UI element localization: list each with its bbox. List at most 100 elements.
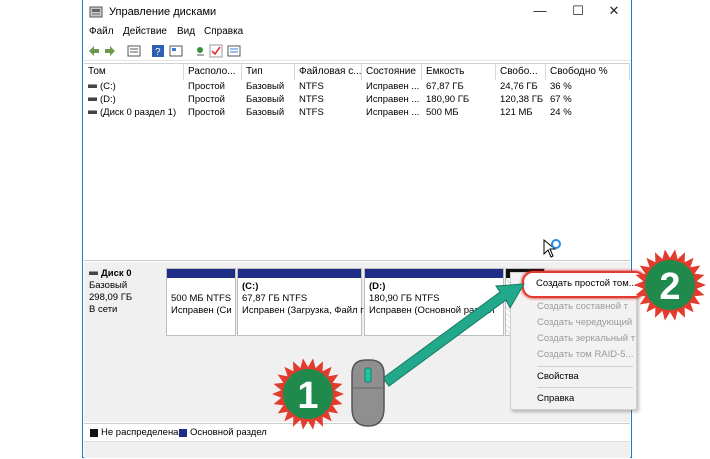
cell-free-percent: 67 % [550, 94, 572, 105]
cell-capacity: 67,87 ГБ [426, 81, 464, 92]
column-header-capacity[interactable]: Емкость [422, 64, 496, 80]
primary-partition-bar [365, 269, 503, 278]
volume-icon [88, 84, 97, 89]
cell-volume: (Диск 0 раздел 1) [100, 107, 177, 118]
cell-capacity: 180,90 ГБ [426, 94, 470, 105]
cell-type: Базовый [246, 81, 285, 92]
step-2-badge: 2 [634, 249, 706, 321]
menu-view[interactable]: Вид [177, 26, 195, 37]
primary-partition-bar [167, 269, 235, 278]
step-1-number: 1 [297, 375, 318, 417]
close-button[interactable]: ✕ [597, 0, 631, 24]
menu-file[interactable]: Файл [89, 26, 114, 37]
cell-type: Базовый [246, 94, 285, 105]
legend-primary-label: Основной раздел [190, 427, 267, 438]
column-header-type[interactable]: Тип [242, 64, 295, 80]
partition-c[interactable]: (C:) 67,87 ГБ NTFS Исправен (Загрузка, Ф… [237, 268, 364, 336]
list-view-icon[interactable] [127, 44, 141, 58]
settings-icon[interactable] [227, 44, 241, 58]
column-header-layout[interactable]: Располо... [184, 64, 242, 80]
disk-icon [89, 271, 98, 276]
legend-primary-swatch [179, 429, 187, 437]
menu-item-create-simple-volume-label: Создать простой том... [536, 278, 637, 289]
cell-free: 120,38 ГБ [500, 94, 544, 105]
partition-title: (D:) [369, 281, 386, 292]
table-row[interactable]: (C:) Простой Базовый NTFS Исправен ... 6… [84, 81, 630, 93]
cell-status: Исправен ... [366, 107, 420, 118]
partition-status: Исправен (Си [171, 305, 232, 316]
table-row[interactable]: (D:) Простой Базовый NTFS Исправен ... 1… [84, 94, 630, 106]
busy-cursor-icon [543, 238, 561, 258]
back-icon[interactable] [87, 44, 101, 58]
step-1-badge: 1 [272, 358, 344, 430]
cell-free: 121 МБ [500, 107, 533, 118]
cell-status: Исправен ... [366, 94, 420, 105]
menu-bar: Файл Действие Вид Справка [83, 26, 631, 41]
column-header-volume[interactable]: Том [84, 64, 184, 80]
cell-filesystem: NTFS [299, 107, 324, 118]
column-header-free-percent[interactable]: Свободно % [546, 64, 630, 80]
titlebar: Управление дисками — ☐ ✕ [83, 0, 631, 26]
legend: Не распределена Основной раздел [84, 423, 630, 442]
cell-layout: Простой [188, 94, 225, 105]
maximize-button[interactable]: ☐ [561, 0, 595, 24]
column-header-free[interactable]: Свобо... [496, 64, 546, 80]
legend-unallocated-swatch [90, 429, 98, 437]
svg-text:?: ? [155, 47, 161, 58]
disk-size: 298,09 ГБ [89, 292, 133, 303]
partition-title: (C:) [242, 281, 259, 292]
cell-filesystem: NTFS [299, 81, 324, 92]
menu-separator [537, 366, 633, 367]
column-header-filesystem[interactable]: Файловая с... [295, 64, 362, 80]
cell-status: Исправен ... [366, 81, 420, 92]
menu-item-create-simple-volume[interactable]: Создать простой том... [522, 271, 646, 298]
table-row[interactable]: (Диск 0 раздел 1) Простой Базовый NTFS И… [84, 107, 630, 119]
partition-status: Исправен (Загрузка, Файл г [242, 305, 364, 316]
partition-d[interactable]: (D:) 180,90 ГБ NTFS Исправен (Основной р… [364, 268, 504, 336]
menu-item-create-striped-volume[interactable]: Создать чередующий [537, 317, 632, 328]
disk-name: Диск 0 [101, 268, 132, 279]
disk-status: В сети [89, 304, 118, 315]
column-header-status[interactable]: Состояние [362, 64, 422, 80]
status-bar [84, 441, 630, 458]
menu-action[interactable]: Действие [123, 26, 167, 37]
disk-type: Базовый [89, 280, 128, 291]
check-icon[interactable] [209, 44, 223, 58]
menu-item-create-spanned-volume[interactable]: Создать составной т [537, 301, 628, 312]
window-title: Управление дисками [109, 6, 217, 18]
cell-type: Базовый [246, 107, 285, 118]
menu-item-create-raid5-volume[interactable]: Создать том RAID-5... [537, 349, 634, 360]
menu-item-properties[interactable]: Свойства [537, 371, 579, 382]
menu-item-help[interactable]: Справка [537, 393, 574, 404]
partition-size: 180,90 ГБ NTFS [369, 293, 440, 304]
cell-volume: (C:) [100, 81, 116, 92]
menu-item-create-mirrored-volume[interactable]: Создать зеркальный т [537, 333, 635, 344]
connect-icon[interactable] [193, 44, 207, 58]
cell-volume: (D:) [100, 94, 116, 105]
properties-icon[interactable] [169, 44, 183, 58]
toolbar: ? [83, 42, 631, 61]
help-icon[interactable]: ? [151, 44, 165, 58]
partition-size: 67,87 ГБ NTFS [242, 293, 308, 304]
disk-0-info[interactable]: Диск 0 Базовый 298,09 ГБ В сети [89, 268, 161, 338]
volume-list: Том Располо... Тип Файловая с... Состоян… [84, 63, 630, 261]
partition-system-reserved[interactable]: 500 МБ NTFS Исправен (Си [166, 268, 236, 336]
cell-free: 24,76 ГБ [500, 81, 538, 92]
minimize-button[interactable]: — [523, 0, 557, 24]
forward-icon[interactable] [103, 44, 117, 58]
step-2-number: 2 [659, 266, 680, 308]
cell-layout: Простой [188, 107, 225, 118]
legend-unallocated-label: Не распределена [101, 427, 179, 438]
menu-separator [537, 387, 633, 388]
cell-filesystem: NTFS [299, 94, 324, 105]
partition-size: 500 МБ NTFS [171, 293, 232, 304]
cell-layout: Простой [188, 81, 225, 92]
primary-partition-bar [238, 269, 361, 278]
cell-capacity: 500 МБ [426, 107, 459, 118]
cell-free-percent: 36 % [550, 81, 572, 92]
partition-status: Исправен (Основной раздел [369, 305, 495, 316]
volume-icon [88, 97, 97, 102]
disk-management-app-icon [89, 6, 103, 18]
menu-help[interactable]: Справка [204, 26, 243, 37]
volume-icon [88, 110, 97, 115]
